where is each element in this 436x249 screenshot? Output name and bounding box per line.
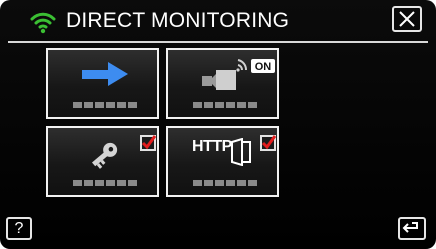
- http-settings-tile[interactable]: HTTP: [166, 126, 279, 197]
- password-checkbox[interactable]: [140, 135, 156, 151]
- page-title: DIRECT MONITORING: [66, 9, 290, 32]
- camera-broadcast-on-icon: ON: [202, 59, 275, 90]
- key-icon: [91, 142, 118, 169]
- back-button[interactable]: [398, 217, 426, 240]
- on-badge: ON: [255, 61, 272, 73]
- direct-monitoring-start-tile[interactable]: [46, 48, 159, 119]
- direct-monitoring-screen: DIRECT MONITORING ON HTTP ?: [0, 0, 436, 249]
- checkmark-icon: [261, 135, 276, 150]
- camera-broadcast-tile[interactable]: ON: [166, 48, 279, 119]
- help-button[interactable]: ?: [6, 217, 32, 240]
- http-document-icon: [231, 138, 251, 166]
- tile-label-placeholder: [193, 102, 257, 108]
- header-bar: DIRECT MONITORING: [0, 0, 436, 43]
- close-button[interactable]: [392, 6, 422, 32]
- http-checkbox[interactable]: [260, 135, 276, 151]
- close-icon: [399, 11, 415, 27]
- back-arrow-icon: [402, 222, 418, 233]
- checkmark-icon: [141, 135, 156, 150]
- arrow-right-icon: [82, 62, 128, 86]
- tile-label-placeholder: [73, 102, 137, 108]
- tile-label-placeholder: [193, 180, 257, 186]
- tile-label-placeholder: [73, 180, 137, 186]
- password-settings-tile[interactable]: [46, 126, 159, 197]
- header-divider: [8, 41, 428, 43]
- wifi-icon: [30, 12, 56, 34]
- http-label: HTTP: [192, 138, 232, 155]
